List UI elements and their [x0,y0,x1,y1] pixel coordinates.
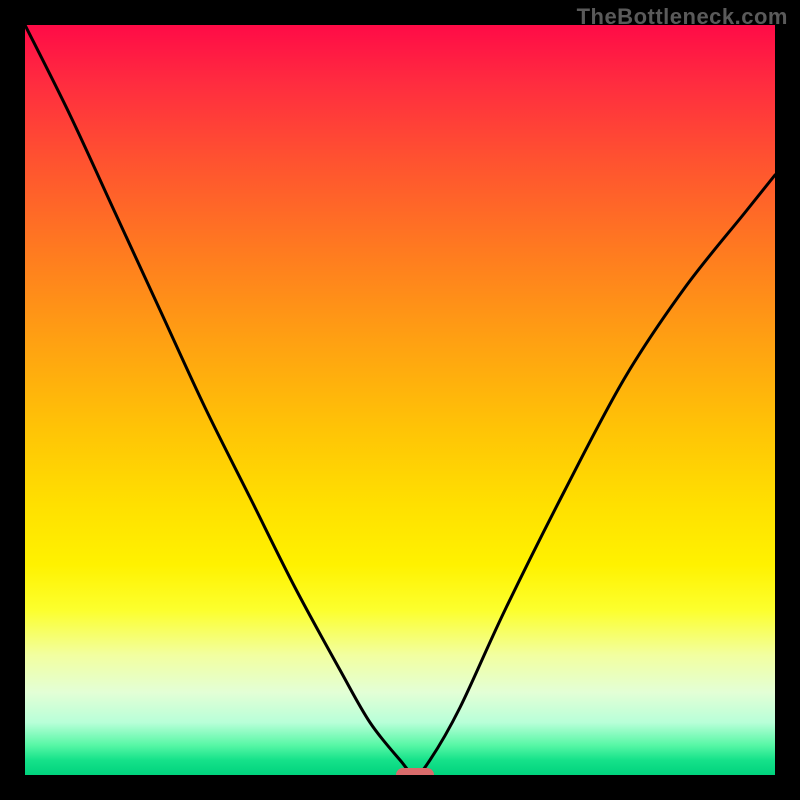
chart-frame: TheBottleneck.com [0,0,800,800]
curve-path [25,25,775,775]
minimum-marker [396,768,434,775]
bottleneck-curve [25,25,775,775]
plot-area [25,25,775,775]
watermark-text: TheBottleneck.com [577,4,788,30]
